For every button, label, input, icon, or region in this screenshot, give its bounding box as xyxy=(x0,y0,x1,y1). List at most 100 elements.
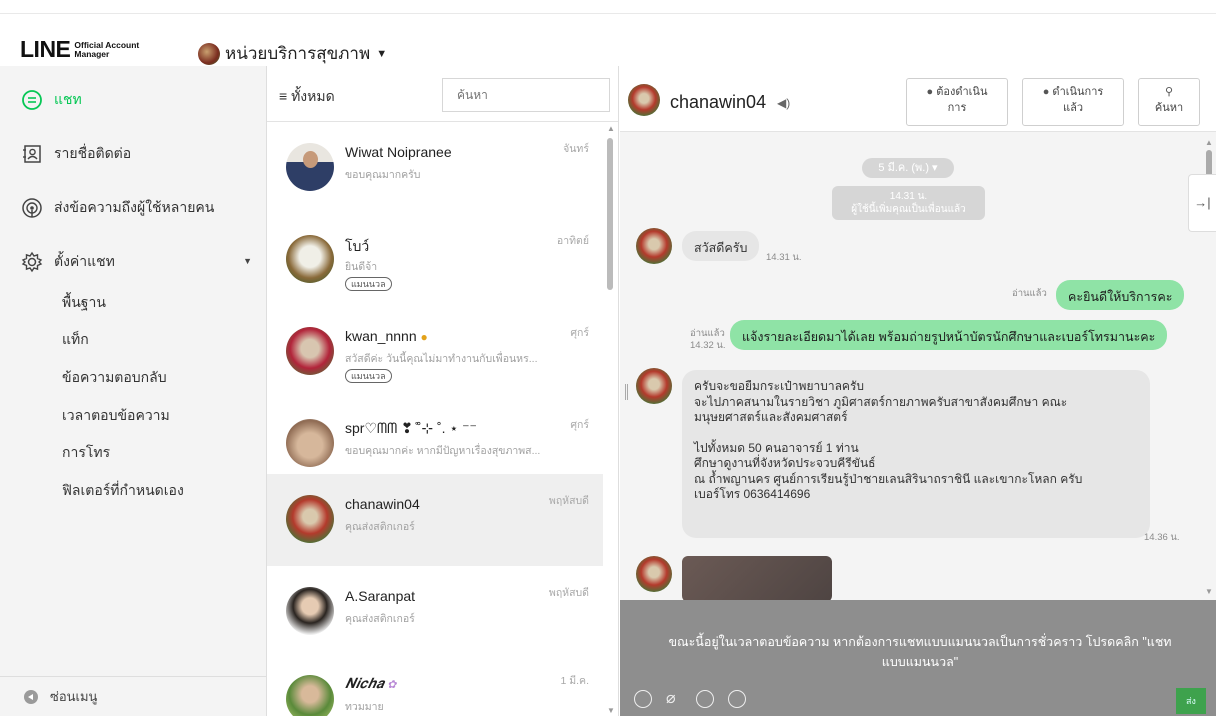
chat-name: โบว์ xyxy=(345,238,370,254)
sub-item-response-hours[interactable]: เวลาตอบข้อความ xyxy=(62,405,170,427)
chat-search-button[interactable]: ⚲ ค้นหา xyxy=(1138,78,1200,126)
chat-row[interactable]: Wiwat Noipranee ขอบคุณมากครับ จันทร์ xyxy=(267,122,603,214)
hide-menu-label: ซ่อนเมนู xyxy=(50,689,98,704)
image-message[interactable] xyxy=(682,556,832,600)
send-button[interactable]: ส่ง xyxy=(1176,688,1206,714)
composer-area: ขณะนี้อยู่ในเวลาตอบข้อความ หากต้องการแชท… xyxy=(620,600,1216,716)
message-time: 14.31 น. xyxy=(766,252,802,263)
manual-tag-badge: แมนนวล xyxy=(345,277,392,291)
message-time: 14.36 น. xyxy=(1144,532,1180,543)
sidebar-item-label: รายชื่อติดต่อ xyxy=(54,145,132,161)
chat-name: spr♡ᗰᗰ ❣︎ ̊˚⊹ ˚. ⋆ ⁻⁻ xyxy=(345,420,477,436)
emoji-icon: ● xyxy=(420,330,428,344)
message-line: มนุษยศาสตร์และสังคมศาสตร์ xyxy=(694,410,848,424)
avatar xyxy=(286,587,334,635)
account-name: หน่วยบริการสุขภาพ xyxy=(225,44,371,63)
drag-handle[interactable] xyxy=(625,384,628,400)
scroll-up-icon[interactable]: ▲ xyxy=(1205,138,1213,147)
chat-date: ศุกร์ xyxy=(570,419,589,431)
search-label: ค้นหา xyxy=(1154,102,1184,114)
sidebar: แชท รายชื่อติดต่อ ส่งข้อความถึงผู้ใช้หลา… xyxy=(0,66,267,716)
sub-item-calls[interactable]: การโทร xyxy=(62,442,110,464)
attachment-icon[interactable]: ⌀ xyxy=(666,688,676,708)
scroll-down-icon[interactable]: ▼ xyxy=(1205,587,1213,596)
chat-list-scrollbar[interactable] xyxy=(607,138,613,290)
avatar xyxy=(628,84,660,116)
mark-done-button[interactable]: ● ดำเนินการ แล้ว xyxy=(1022,78,1124,126)
logo-sub-text: Official Account Manager xyxy=(74,40,139,59)
emoji-icon[interactable] xyxy=(634,690,652,708)
chat-preview: คุณส่งสติกเกอร์ xyxy=(345,613,415,625)
sub-item-tags[interactable]: แท็ก xyxy=(62,329,89,351)
add-icon[interactable] xyxy=(696,690,714,708)
caret-down-icon: ▼ xyxy=(376,47,388,60)
chat-date: อาทิตย์ xyxy=(556,235,589,247)
bubble-check-icon: ● xyxy=(1042,86,1050,98)
chat-row[interactable]: A.Saranpat คุณส่งสติกเกอร์ พฤหัสบดี xyxy=(267,566,603,658)
collapse-panel-button[interactable]: →| xyxy=(1188,174,1216,232)
chat-preview: สวัสดีค่ะ วันนี้คุณไม่มาทำงานกับเพื่อนหร… xyxy=(345,353,538,365)
menu-lines-icon: ≡ xyxy=(279,88,288,104)
done-line-1: ดำเนินการ xyxy=(1052,86,1104,98)
chat-search-input[interactable] xyxy=(442,78,610,112)
sidebar-item-broadcast[interactable]: ส่งข้อความถึงผู้ใช้หลายคน xyxy=(20,196,214,220)
chat-row[interactable]: โบว์ ยินดีจ้า อาทิตย์ แมนนวล xyxy=(267,214,603,306)
chat-preview: คุณส่งสติกเกอร์ xyxy=(345,521,415,533)
chat-preview: ทวมมาย xyxy=(345,701,384,713)
chat-preview: ขอบคุณมากครับ xyxy=(345,169,421,181)
read-label: อ่านแล้ว xyxy=(690,328,725,339)
browser-top-strip xyxy=(0,0,1216,14)
contacts-icon xyxy=(20,142,44,166)
read-status: อ่านแล้ว 14.32 น. xyxy=(690,328,726,352)
search-icon: ⚲ xyxy=(1164,86,1174,98)
line-oa-logo[interactable]: LINE Official Account Manager xyxy=(20,36,139,63)
avatar xyxy=(286,675,334,716)
chat-name-text: kwan_nnnn xyxy=(345,328,417,344)
chat-header: chanawin04 ◀) ● ต้องดำเนิน การ ● ดำเนินก… xyxy=(620,66,1216,132)
hide-menu-button[interactable]: ซ่อนเมนู xyxy=(0,676,266,716)
sidebar-item-label: ส่งข้อความถึงผู้ใช้หลายคน xyxy=(54,199,215,215)
message-time: 14.32 น. xyxy=(690,340,726,351)
message-line: ณ ถ้ำพญานคร ศูนย์การเรียนรู้ป่าชายเลนสิร… xyxy=(694,471,1083,486)
avatar xyxy=(286,327,334,375)
chat-bubble-icon xyxy=(20,88,44,112)
message-line: เบอร์โทร 0636414696 xyxy=(694,487,811,501)
date-pill[interactable]: 5 มี.ค. (พ.) ▾ xyxy=(862,158,954,178)
chat-date: พฤหัสบดี xyxy=(548,587,589,599)
message-line: ไปทั้งหมด 50 คนอาจารย์ 1 ท่าน xyxy=(694,440,859,455)
scroll-up-icon[interactable]: ▲ xyxy=(607,124,615,133)
sidebar-item-chat-settings[interactable]: ตั้งค่าแชท ▼ xyxy=(20,250,252,274)
message-line: จะไปภาคสนามในรายวิชา ภูมิศาสตร์กายภาพครั… xyxy=(694,394,1068,409)
filter-dropdown[interactable]: ≡ ทั้งหมด xyxy=(279,86,335,108)
sub-item-custom-filters[interactable]: ฟิลเตอร์ที่กำหนดเอง xyxy=(62,480,184,502)
sub-item-basic[interactable]: พื้นฐาน xyxy=(62,292,106,314)
chat-row[interactable]: chanawin04 คุณส่งสติกเกอร์ พฤหัสบดี xyxy=(267,474,603,566)
chat-name: 𝑵𝒊𝒄𝒉𝒂 ✿ xyxy=(345,676,396,692)
chat-preview: ขอบคุณมากค่ะ หากมีปัญหาเรื่องสุขภาพส... xyxy=(345,445,541,457)
todo-line-1: ต้องดำเนิน xyxy=(936,86,988,98)
incoming-message: สวัสดีครับ xyxy=(682,231,760,261)
chat-date: พฤหัสบดี xyxy=(548,495,589,507)
chat-row[interactable]: 𝑵𝒊𝒄𝒉𝒂 ✿ ทวมมาย 1 มี.ค. xyxy=(267,654,603,716)
phone-icon[interactable] xyxy=(728,690,746,708)
scroll-down-icon[interactable]: ▼ xyxy=(607,706,615,715)
outgoing-message: แจ้งรายละเอียดมาได้เลย พร้อมถ่ายรูปหน้าบ… xyxy=(730,320,1168,350)
sub-item-replies[interactable]: ข้อความตอบกลับ xyxy=(62,367,167,389)
mark-todo-button[interactable]: ● ต้องดำเนิน การ xyxy=(906,78,1008,126)
sidebar-item-chat[interactable]: แชท xyxy=(20,88,82,112)
chat-panel: chanawin04 ◀) ● ต้องดำเนิน การ ● ดำเนินก… xyxy=(620,66,1216,716)
flower-icon: ✿ xyxy=(383,678,397,691)
account-switcher[interactable]: หน่วยบริการสุขภาพ ▼ xyxy=(198,40,387,67)
incoming-message: ครับจะขอยืมกระเป๋าพยาบาลครับ จะไปภาคสนาม… xyxy=(682,370,1150,538)
chat-name: kwan_nnnn ● xyxy=(345,328,428,344)
read-status: อ่านแล้ว xyxy=(1012,288,1047,299)
speaker-icon[interactable]: ◀) xyxy=(777,96,790,110)
sidebar-item-contacts[interactable]: รายชื่อติดต่อ xyxy=(20,142,131,166)
chat-preview: ยินดีจ้า xyxy=(345,261,378,273)
manual-chat-notice[interactable]: ขณะนี้อยู่ในเวลาตอบข้อความ หากต้องการแชท… xyxy=(640,632,1200,672)
chat-row[interactable]: kwan_nnnn ● สวัสดีค่ะ วันนี้คุณไม่มาทำงา… xyxy=(267,306,603,398)
avatar xyxy=(636,368,672,404)
collapse-icon xyxy=(24,689,38,704)
chevron-down-icon[interactable]: ▼ xyxy=(243,256,252,266)
